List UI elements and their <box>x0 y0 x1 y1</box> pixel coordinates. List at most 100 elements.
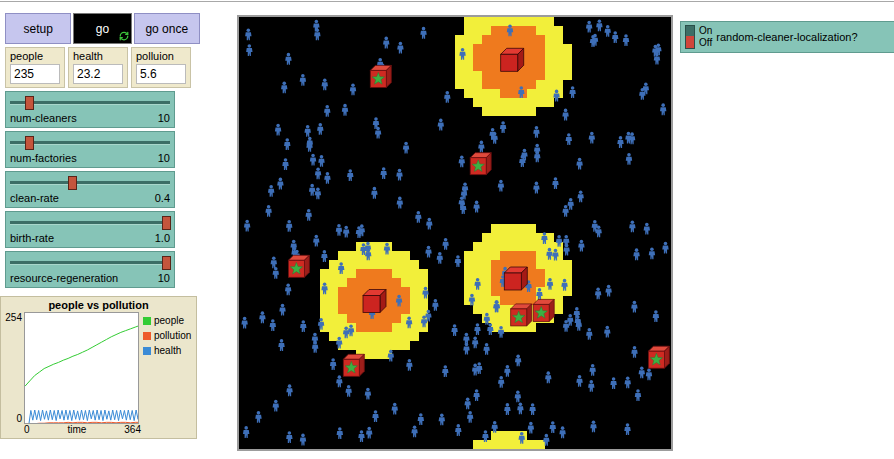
person-icon <box>596 20 602 32</box>
person-icon <box>545 371 551 383</box>
slider-track[interactable] <box>10 176 170 190</box>
polluted-patch <box>374 278 383 287</box>
monitor-value: 235 <box>10 64 60 84</box>
switch-toggle[interactable] <box>685 25 695 49</box>
polluted-patch <box>356 323 365 332</box>
polluted-patch <box>464 17 473 26</box>
legend: peoplepollutionhealth <box>141 312 191 424</box>
polluted-patch <box>347 287 356 296</box>
polluted-patch <box>473 242 482 251</box>
series-line <box>25 422 139 424</box>
legend-label: health <box>154 344 181 357</box>
polluted-patch <box>491 98 500 107</box>
person-icon <box>275 124 281 136</box>
polluted-patch <box>554 26 563 35</box>
polluted-patch <box>401 296 410 305</box>
polluted-patch <box>536 98 545 107</box>
polluted-patch <box>491 62 500 71</box>
polluted-patch <box>482 305 491 314</box>
person-icon <box>286 384 292 396</box>
polluted-patch <box>401 260 410 269</box>
switch[interactable]: OnOffrandom-cleaner-localization? <box>680 21 894 53</box>
person-icon <box>626 153 632 165</box>
polluted-patch <box>527 251 536 260</box>
polluted-patch <box>473 440 482 449</box>
polluted-patch <box>491 251 500 260</box>
slider[interactable]: birth-rate1.0 <box>5 211 175 248</box>
polluted-patch <box>518 35 527 44</box>
slider[interactable]: clean-rate0.4 <box>5 171 175 208</box>
polluted-patch <box>482 269 491 278</box>
polluted-patch <box>347 260 356 269</box>
slider-text: num-factories10 <box>10 151 170 166</box>
person-icon <box>546 248 552 260</box>
slider-track[interactable] <box>10 136 170 150</box>
person-icon <box>371 187 377 199</box>
slider[interactable]: num-factories10 <box>5 131 175 168</box>
polluted-patch <box>374 269 383 278</box>
button[interactable]: go <box>73 13 131 44</box>
polluted-patch <box>374 251 383 260</box>
polluted-patch <box>374 242 383 251</box>
person-icon <box>646 368 652 380</box>
switch-knob <box>686 36 694 48</box>
slider-handle[interactable] <box>162 256 171 270</box>
button[interactable]: setup <box>5 13 71 44</box>
polluted-patch <box>545 26 554 35</box>
slider-track[interactable] <box>10 96 170 110</box>
polluted-patch <box>392 260 401 269</box>
slider-track[interactable] <box>10 216 170 230</box>
button[interactable]: go once <box>134 13 200 44</box>
polluted-patch <box>527 26 536 35</box>
person-icon <box>500 121 506 133</box>
polluted-patch <box>518 17 527 26</box>
polluted-patch <box>500 98 509 107</box>
polluted-patch <box>347 341 356 350</box>
factory-icon <box>363 290 386 313</box>
slider-value: 10 <box>158 271 170 286</box>
person-icon <box>392 403 398 415</box>
person-icon <box>438 119 444 131</box>
polluted-patch <box>509 431 518 440</box>
cleaner-icon <box>511 304 532 326</box>
polluted-patch <box>464 44 473 53</box>
person-icon <box>605 285 611 297</box>
polluted-patch <box>536 53 545 62</box>
person-icon <box>422 287 428 299</box>
person-icon <box>652 45 658 57</box>
polluted-patch <box>410 269 419 278</box>
slider-track[interactable] <box>10 256 170 270</box>
person-icon <box>561 279 567 291</box>
polluted-patch <box>509 80 518 89</box>
slider-handle[interactable] <box>68 176 77 190</box>
person-icon <box>519 432 525 444</box>
person-icon <box>396 169 402 181</box>
polluted-patch <box>419 278 428 287</box>
world-view[interactable] <box>237 15 673 451</box>
person-icon <box>241 317 247 329</box>
person-icon <box>629 220 635 232</box>
person-icon <box>576 158 582 170</box>
polluted-patch <box>365 323 374 332</box>
polluted-patch <box>545 71 554 80</box>
switch-on-label: On <box>699 25 712 37</box>
legend-label: people <box>154 314 184 327</box>
polluted-patch <box>536 269 545 278</box>
slider-handle[interactable] <box>25 136 34 150</box>
person-icon <box>462 182 468 194</box>
polluted-patch <box>464 62 473 71</box>
person-icon <box>284 138 290 150</box>
person-icon <box>271 257 277 269</box>
slider-handle[interactable] <box>25 96 34 110</box>
polluted-patch <box>554 62 563 71</box>
slider[interactable]: resource-regeneration10 <box>5 251 175 288</box>
person-icon <box>273 400 279 412</box>
polluted-patch <box>329 332 338 341</box>
polluted-patch <box>545 242 554 251</box>
person-icon <box>307 137 313 149</box>
slider[interactable]: num-cleaners10 <box>5 91 175 128</box>
polluted-patch <box>491 35 500 44</box>
legend-swatch <box>143 317 151 325</box>
slider-handle[interactable] <box>162 216 171 230</box>
polluted-patch <box>482 260 491 269</box>
